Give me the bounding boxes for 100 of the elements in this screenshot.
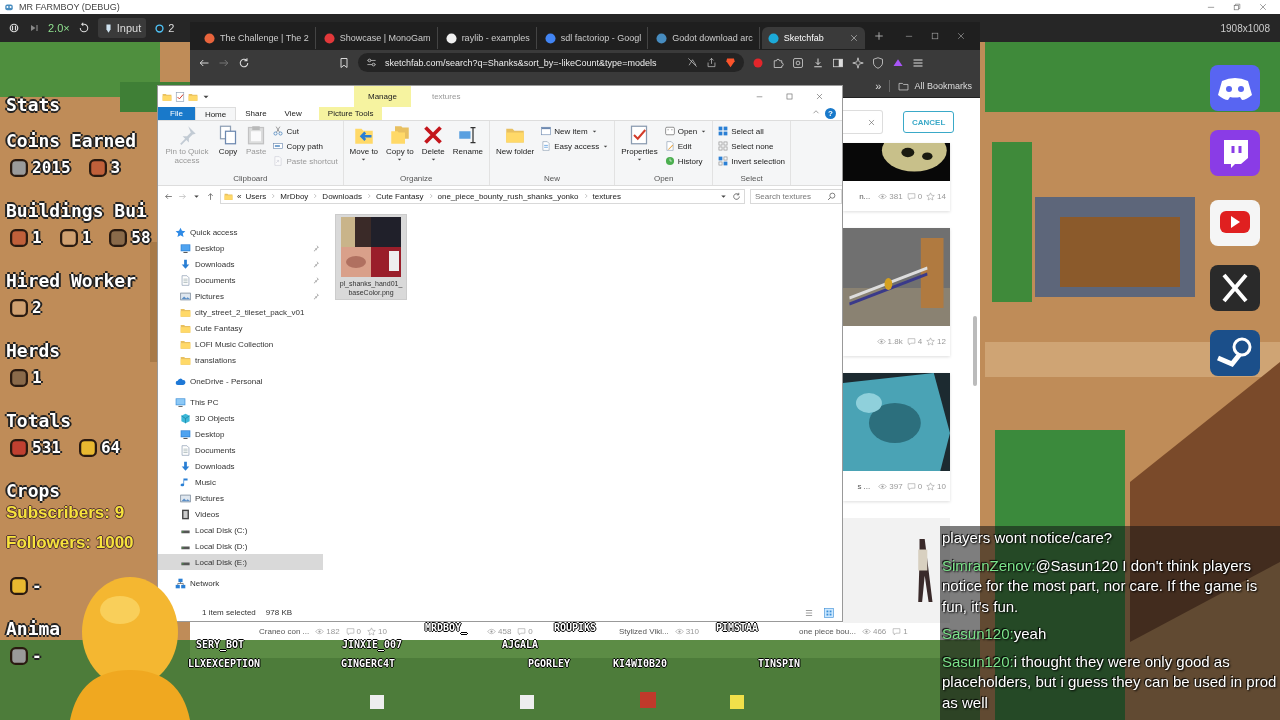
address-bar[interactable]: « Users MrDboy Downloads Cute Fantasy one_piece_bounty_rush_shanks_yonko textures bbox=[220, 188, 745, 204]
close-icon[interactable] bbox=[1258, 2, 1268, 12]
browser-tab[interactable]: Sketchfab bbox=[761, 27, 865, 49]
ribbon-tab[interactable]: View bbox=[275, 107, 311, 120]
screenshot-icon[interactable] bbox=[792, 56, 804, 69]
browser-tab[interactable]: Godot download arc bbox=[650, 27, 760, 49]
puzzle-icon[interactable] bbox=[772, 56, 784, 69]
share-icon[interactable] bbox=[706, 57, 717, 68]
nav-item[interactable]: Quick access bbox=[158, 224, 323, 240]
nav-item[interactable]: Local Disk (D:) bbox=[158, 538, 323, 554]
reload-icon[interactable] bbox=[238, 56, 250, 69]
crossed-signal-icon[interactable] bbox=[687, 57, 698, 68]
nav-item[interactable]: Documents bbox=[158, 442, 323, 458]
browser-tab[interactable]: raylib - examples bbox=[439, 27, 537, 49]
nav-item[interactable]: Downloads bbox=[158, 458, 323, 474]
comment-count: 1 bbox=[903, 626, 908, 636]
browser-tab[interactable]: The Challenge | The 2 bbox=[198, 27, 316, 49]
chevron-icon bbox=[312, 193, 319, 199]
ribbon-button[interactable]: Cut bbox=[271, 124, 340, 138]
ribbon-tab[interactable]: Home bbox=[194, 107, 237, 120]
details-view-icon[interactable] bbox=[804, 607, 814, 618]
bookmarks-overflow[interactable]: » bbox=[875, 80, 882, 92]
nav-item[interactable]: Network bbox=[158, 575, 323, 591]
bookmark-icon[interactable] bbox=[338, 56, 350, 69]
browser-tab[interactable]: Showcase | MonoGam bbox=[317, 27, 438, 49]
comment-icon bbox=[906, 191, 916, 201]
nav-item[interactable]: Desktop bbox=[158, 426, 323, 442]
nav-item[interactable]: Local Disk (E:) bbox=[158, 554, 323, 570]
ribbon-tab[interactable]: Share bbox=[236, 107, 276, 120]
ribbon-button[interactable]: Properties bbox=[618, 124, 661, 174]
search-field[interactable]: Search textures bbox=[750, 188, 842, 204]
all-bookmarks-button[interactable]: All Bookmarks bbox=[898, 80, 972, 92]
step-icon[interactable] bbox=[28, 22, 40, 34]
close-icon[interactable] bbox=[956, 31, 966, 41]
nav-item[interactable]: Cute Fantasy bbox=[158, 320, 323, 336]
ribbon-button[interactable]: Open bbox=[662, 124, 710, 138]
up-arrow-icon[interactable] bbox=[206, 191, 215, 201]
nav-item[interactable]: This PC bbox=[158, 394, 323, 410]
lion-shield-icon[interactable] bbox=[725, 57, 736, 68]
record-icon[interactable] bbox=[752, 56, 764, 69]
close-icon[interactable] bbox=[848, 33, 859, 43]
browser-tab[interactable]: sdl factoriop - Googl bbox=[538, 27, 649, 49]
nav-item[interactable]: Pictures bbox=[158, 490, 323, 506]
nav-item[interactable]: LOFI Music Collection bbox=[158, 336, 323, 352]
document-icon bbox=[273, 156, 284, 166]
maximize-icon[interactable] bbox=[930, 31, 940, 41]
ribbon-button[interactable]: Invert selection bbox=[716, 154, 788, 168]
nav-item[interactable]: Documents bbox=[158, 272, 323, 288]
ribbon-button[interactable]: Rename bbox=[449, 124, 487, 174]
download-icon[interactable] bbox=[812, 56, 824, 69]
card-title: s ... bbox=[857, 481, 871, 491]
input-button[interactable]: Input bbox=[97, 18, 147, 38]
pin-icon bbox=[312, 260, 320, 268]
scrollbar-thumb[interactable] bbox=[973, 316, 977, 386]
ribbon-button[interactable]: Delete bbox=[418, 124, 448, 174]
ribbon-button[interactable]: History bbox=[662, 154, 710, 168]
help-button[interactable]: ? bbox=[825, 108, 836, 119]
plus-icon[interactable] bbox=[872, 30, 885, 42]
ribbon-button[interactable]: Move to bbox=[346, 124, 382, 174]
folder-outline-icon bbox=[898, 80, 910, 92]
ribbon-button[interactable]: Copy to bbox=[383, 124, 417, 174]
ribbon-button[interactable]: New item bbox=[539, 124, 612, 138]
sparkle-icon[interactable] bbox=[852, 56, 864, 69]
view-count: 458 bbox=[498, 626, 512, 636]
ribbon-button[interactable]: New folder bbox=[493, 124, 538, 174]
pause-icon[interactable] bbox=[8, 22, 20, 34]
nav-item[interactable]: 3D Objects bbox=[158, 410, 323, 426]
ribbon-button[interactable]: Easy access bbox=[539, 139, 612, 153]
ribbon-button[interactable]: Edit bbox=[662, 139, 710, 153]
close-icon[interactable] bbox=[867, 117, 876, 127]
ribbon-button[interactable]: Copy bbox=[215, 124, 241, 174]
close-icon[interactable] bbox=[815, 92, 824, 101]
nav-item[interactable]: Music bbox=[158, 474, 323, 490]
viewer-name: LLXEXCEPTION bbox=[187, 658, 261, 669]
nav-item[interactable]: Desktop bbox=[158, 240, 323, 256]
nav-item[interactable]: city_street_2_tileset_pack_v01 bbox=[158, 304, 323, 320]
restore-icon[interactable] bbox=[1232, 2, 1242, 12]
nav-item[interactable]: Downloads bbox=[158, 256, 323, 272]
eye-icon bbox=[861, 626, 871, 636]
eye-icon bbox=[487, 626, 496, 636]
ribbon-button[interactable]: Select all bbox=[716, 124, 788, 138]
address-bar[interactable]: sketchfab.com/search?q=Shanks&sort_by=-likeCount&type=models bbox=[358, 53, 744, 72]
nav-item[interactable]: Pictures bbox=[158, 288, 323, 304]
eye-icon bbox=[878, 481, 888, 491]
reset-icon[interactable] bbox=[77, 22, 90, 34]
speed-label[interactable]: 2.0× bbox=[48, 22, 70, 34]
menu-icon[interactable] bbox=[912, 56, 924, 69]
nav-item[interactable]: OneDrive - Personal bbox=[158, 373, 323, 389]
nav-item[interactable]: Local Disk (C:) bbox=[158, 522, 323, 538]
nav-item[interactable]: Videos bbox=[158, 506, 323, 522]
model-card[interactable]: n... 381 0 14 bbox=[843, 143, 950, 211]
nav-item[interactable]: translations bbox=[158, 352, 323, 368]
tiles-view-icon[interactable] bbox=[824, 607, 834, 618]
like-count: 10 bbox=[937, 481, 946, 491]
ribbon-tab[interactable]: Picture Tools bbox=[318, 107, 383, 120]
shield-icon[interactable] bbox=[872, 56, 884, 69]
sidebar-icon[interactable] bbox=[832, 56, 844, 69]
ribbon-button[interactable]: Copy path bbox=[271, 139, 340, 153]
ribbon-button[interactable]: Select none bbox=[716, 139, 788, 153]
model-card[interactable]: s ... 397 0 10 bbox=[843, 373, 950, 501]
